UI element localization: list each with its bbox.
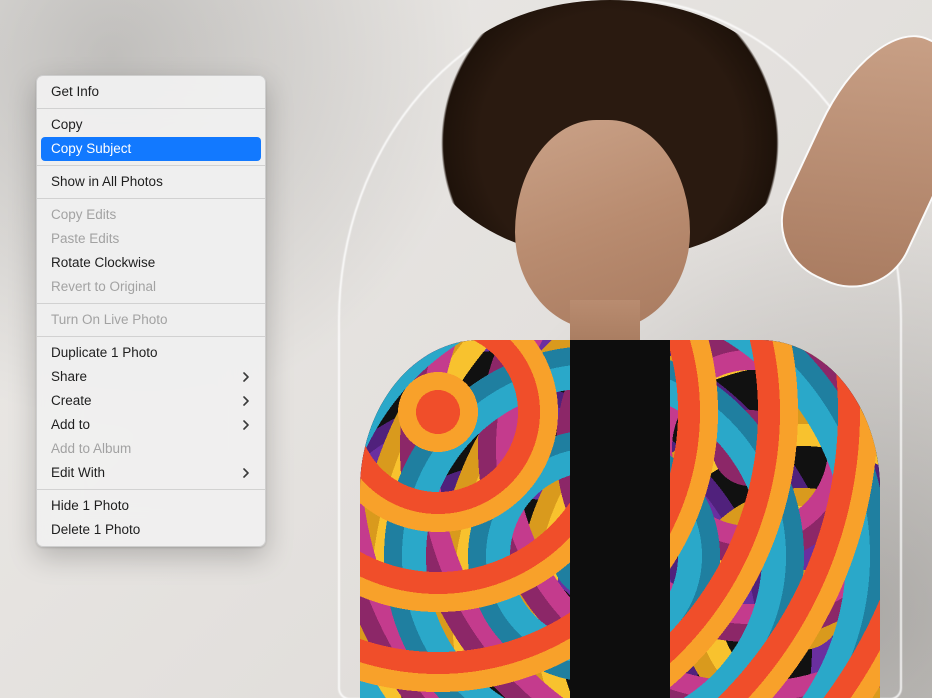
subject-face xyxy=(515,120,690,330)
menu-item-turn-on-live-photo: Turn On Live Photo xyxy=(37,308,265,332)
menu-item-label: Add to xyxy=(51,416,90,434)
menu-item-label: Copy Subject xyxy=(51,140,131,158)
menu-separator xyxy=(37,108,265,109)
context-menu[interactable]: Get Info Copy Copy Subject Show in All Phot… xyxy=(36,75,266,547)
menu-item-rotate-clockwise[interactable]: Rotate Clockwise xyxy=(37,251,265,275)
chevron-right-icon xyxy=(241,468,251,478)
menu-item-label: Create xyxy=(51,392,92,410)
menu-item-show-in-all-photos[interactable]: Show in All Photos xyxy=(37,170,265,194)
menu-item-label: Delete 1 Photo xyxy=(51,521,140,539)
menu-item-create[interactable]: Create xyxy=(37,389,265,413)
menu-item-paste-edits: Paste Edits xyxy=(37,227,265,251)
menu-item-label: Copy Edits xyxy=(51,206,116,224)
menu-item-label: Rotate Clockwise xyxy=(51,254,155,272)
menu-item-share[interactable]: Share xyxy=(37,365,265,389)
chevron-right-icon xyxy=(241,420,251,430)
menu-separator xyxy=(37,198,265,199)
menu-item-get-info[interactable]: Get Info xyxy=(37,80,265,104)
menu-item-label: Turn On Live Photo xyxy=(51,311,168,329)
menu-item-label: Hide 1 Photo xyxy=(51,497,129,515)
menu-separator xyxy=(37,336,265,337)
subject-jacket-opening xyxy=(570,340,670,698)
menu-item-hide-1-photo[interactable]: Hide 1 Photo xyxy=(37,494,265,518)
menu-item-duplicate-1-photo[interactable]: Duplicate 1 Photo xyxy=(37,341,265,365)
menu-item-label: Get Info xyxy=(51,83,99,101)
menu-item-label: Share xyxy=(51,368,87,386)
menu-item-add-to[interactable]: Add to xyxy=(37,413,265,437)
menu-item-copy[interactable]: Copy xyxy=(37,113,265,137)
menu-separator xyxy=(37,303,265,304)
chevron-right-icon xyxy=(241,396,251,406)
menu-separator xyxy=(37,489,265,490)
photo-subject xyxy=(300,0,932,698)
menu-item-label: Revert to Original xyxy=(51,278,156,296)
menu-separator xyxy=(37,165,265,166)
menu-item-edit-with[interactable]: Edit With xyxy=(37,461,265,485)
menu-item-delete-1-photo[interactable]: Delete 1 Photo xyxy=(37,518,265,542)
menu-item-label: Show in All Photos xyxy=(51,173,163,191)
chevron-right-icon xyxy=(241,372,251,382)
menu-item-label: Copy xyxy=(51,116,83,134)
menu-item-add-to-album: Add to Album xyxy=(37,437,265,461)
menu-item-revert-to-original: Revert to Original xyxy=(37,275,265,299)
menu-item-label: Duplicate 1 Photo xyxy=(51,344,158,362)
menu-item-label: Paste Edits xyxy=(51,230,119,248)
menu-item-copy-edits: Copy Edits xyxy=(37,203,265,227)
menu-item-label: Edit With xyxy=(51,464,105,482)
subject-torso xyxy=(360,340,880,698)
menu-item-label: Add to Album xyxy=(51,440,131,458)
menu-item-copy-subject[interactable]: Copy Subject xyxy=(41,137,261,161)
